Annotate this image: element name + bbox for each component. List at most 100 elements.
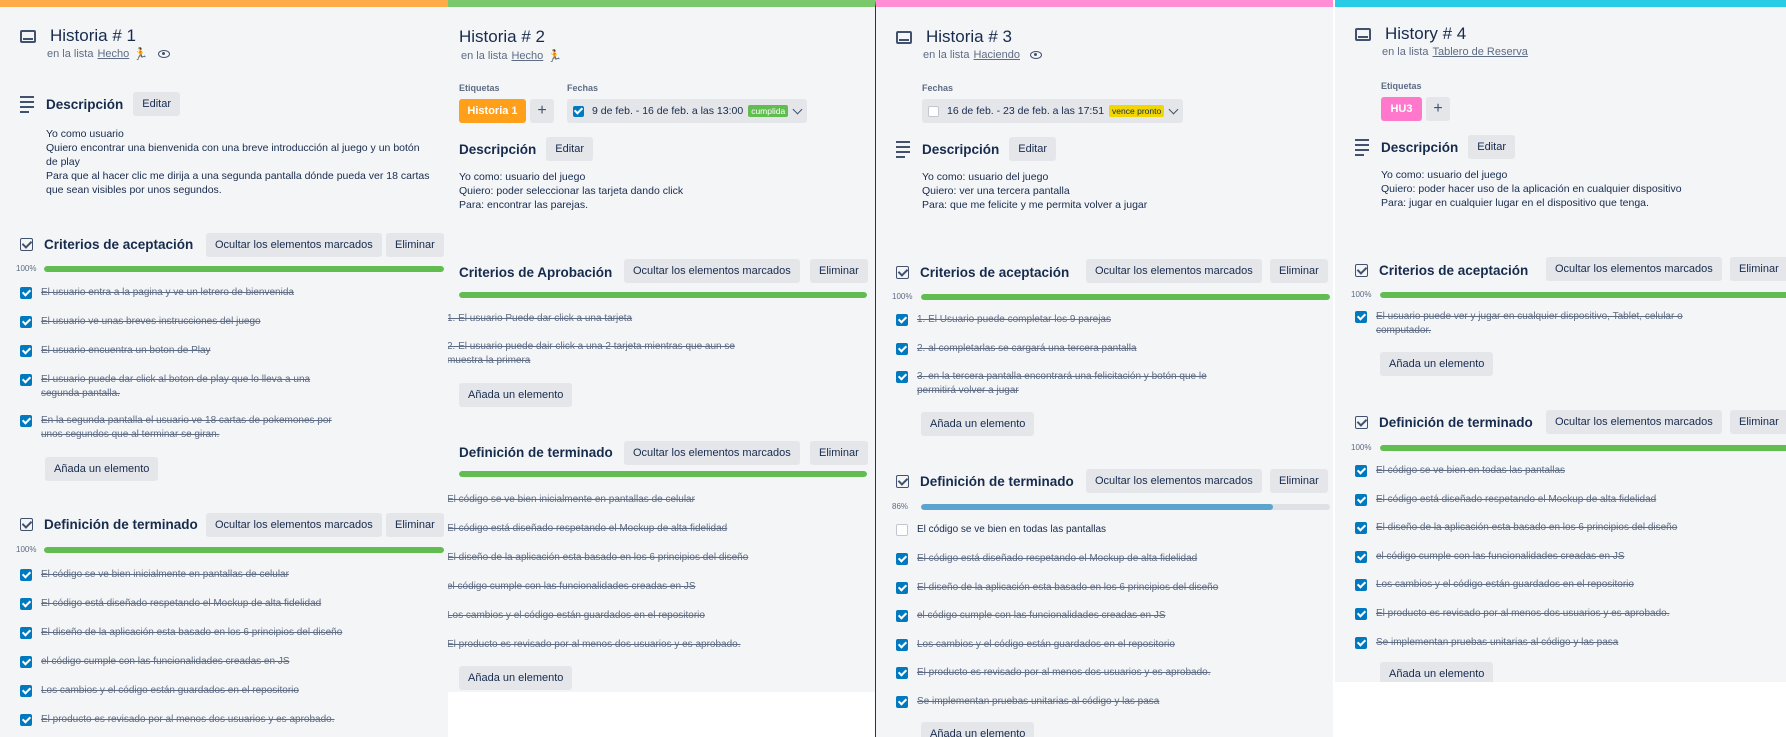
- checklist-item[interactable]: El usuario puede dar click al boton de p…: [20, 373, 310, 401]
- item-text[interactable]: El usuario puede dar click al boton de p…: [41, 373, 310, 401]
- add-item-button[interactable]: Añada un elemento: [1380, 662, 1494, 682]
- hide-checked-button[interactable]: Ocultar los elementos marcados: [206, 233, 382, 257]
- checklist-title[interactable]: Criterios de aceptación: [44, 237, 193, 252]
- checklist-item[interactable]: El usuario puede ver y jugar en cualquie…: [1355, 310, 1683, 338]
- delete-checklist-button[interactable]: Eliminar: [1270, 259, 1328, 283]
- checklist-title[interactable]: Criterios de Aprobación: [459, 265, 612, 280]
- eye-icon[interactable]: [158, 50, 171, 58]
- checkbox[interactable]: [896, 524, 908, 536]
- checklist-item[interactable]: El código está diseñado respetando el Mo…: [1355, 493, 1656, 507]
- checkbox[interactable]: [20, 316, 32, 328]
- item-text[interactable]: Los cambios y el código están guardados …: [41, 684, 299, 698]
- checkbox[interactable]: [1355, 551, 1367, 563]
- checklist-item[interactable]: 1. El usuario Puede dar click a una tarj…: [448, 312, 632, 326]
- item-text[interactable]: El código se ve bien inicialmente en pan…: [41, 568, 289, 582]
- checklist-title[interactable]: Definición de terminado: [459, 445, 613, 460]
- add-item-button[interactable]: Añada un elemento: [459, 666, 573, 690]
- item-text[interactable]: el código cumple con las funcionalidades…: [917, 609, 1166, 623]
- checkbox[interactable]: [896, 371, 908, 383]
- item-text[interactable]: el código cumple con las funcionalidades…: [448, 580, 696, 594]
- delete-checklist-button[interactable]: Eliminar: [1270, 469, 1328, 493]
- item-text[interactable]: El código se ve bien inicialmente en pan…: [448, 493, 695, 507]
- checkbox[interactable]: [20, 374, 32, 386]
- checkbox[interactable]: [896, 314, 908, 326]
- checklist-item[interactable]: Los cambios y el código están guardados …: [20, 684, 299, 698]
- checkbox[interactable]: [20, 569, 32, 581]
- add-item-button[interactable]: Añada un elemento: [921, 722, 1035, 737]
- item-text[interactable]: El producto es revisado por al menos dos…: [1376, 607, 1670, 621]
- checklist-item[interactable]: El usuario encuentra un boton de Play: [20, 344, 211, 358]
- label-chip[interactable]: Historia 1: [459, 99, 526, 123]
- checklist-item[interactable]: El diseño de la aplicación esta basado e…: [1355, 521, 1677, 535]
- checklist-item[interactable]: El producto es revisado por al menos dos…: [448, 638, 741, 652]
- checklist-item[interactable]: El producto es revisado por al menos dos…: [20, 713, 335, 727]
- checklist-item[interactable]: 2. El usuario puede dair click a una 2 t…: [448, 340, 735, 368]
- item-text[interactable]: El diseño de la aplicación esta basado e…: [917, 581, 1218, 595]
- item-text[interactable]: El código está diseñado respetando el Mo…: [448, 522, 727, 536]
- description-text[interactable]: Yo como: usuario del juego Quiero: poder…: [1381, 168, 1781, 210]
- plus-icon[interactable]: +: [530, 99, 554, 123]
- item-text[interactable]: Los cambios y el código están guardados …: [917, 638, 1175, 652]
- description-text[interactable]: Yo como: usuario del juego Quiero: poder…: [459, 170, 859, 212]
- due-date-button[interactable]: 9 de feb. - 16 de feb. a las 13:00 cumpl…: [567, 99, 808, 123]
- item-text[interactable]: El producto es revisado por al menos dos…: [917, 666, 1211, 680]
- item-text[interactable]: El diseño de la aplicación esta basado e…: [1376, 521, 1677, 535]
- description-text[interactable]: Yo como usuario Quiero encontrar una bie…: [46, 127, 446, 197]
- checklist-item[interactable]: El producto es revisado por al menos dos…: [896, 666, 1211, 680]
- checklist-item[interactable]: El código se ve bien en todas las pantal…: [896, 523, 1106, 537]
- checkbox[interactable]: [896, 696, 908, 708]
- item-text[interactable]: El diseño de la aplicación esta basado e…: [448, 551, 748, 565]
- hide-checked-button[interactable]: Ocultar los elementos marcados: [1546, 410, 1722, 434]
- item-text[interactable]: El usuario puede ver y jugar en cualquie…: [1376, 310, 1683, 338]
- checklist-item[interactable]: el código cumple con las funcionalidades…: [896, 609, 1166, 623]
- hide-checked-button[interactable]: Ocultar los elementos marcados: [624, 441, 800, 465]
- add-item-button[interactable]: Añada un elemento: [1380, 352, 1494, 376]
- checklist-item[interactable]: el código cumple con las funcionalidades…: [1355, 550, 1625, 564]
- checklist-item[interactable]: El código se ve bien inicialmente en pan…: [20, 568, 289, 582]
- checkbox[interactable]: [896, 582, 908, 594]
- checklist-item[interactable]: El diseño de la aplicación esta basado e…: [896, 581, 1218, 595]
- delete-checklist-button[interactable]: Eliminar: [810, 441, 868, 465]
- checkbox[interactable]: [20, 656, 32, 668]
- checkbox[interactable]: [1355, 522, 1367, 534]
- checklist-item[interactable]: Los cambios y el código están guardados …: [1355, 578, 1634, 592]
- card-title[interactable]: Historia # 3: [926, 27, 1012, 47]
- description-text[interactable]: Yo como: usuario del juego Quiero: ver u…: [922, 170, 1322, 212]
- checklist-item[interactable]: 3. en la tercera pantalla encontrará una…: [896, 370, 1207, 398]
- label-chip[interactable]: HU3: [1381, 97, 1422, 121]
- checklist-item[interactable]: El código está diseñado respetando el Mo…: [20, 597, 321, 611]
- item-text[interactable]: En la segunda pantalla el usuario ve 18 …: [41, 414, 332, 442]
- checkbox[interactable]: [896, 639, 908, 651]
- hide-checked-button[interactable]: Ocultar los elementos marcados: [206, 513, 382, 537]
- checklist-item[interactable]: Los cambios y el código están guardados …: [448, 609, 705, 623]
- checkbox[interactable]: [896, 610, 908, 622]
- item-text[interactable]: El código está diseñado respetando el Mo…: [41, 597, 321, 611]
- checkbox[interactable]: [20, 714, 32, 726]
- plus-icon[interactable]: +: [1426, 97, 1450, 121]
- item-text[interactable]: el código cumple con las funcionalidades…: [1376, 550, 1625, 564]
- card-title[interactable]: Historia # 1: [50, 26, 136, 46]
- edit-description-button[interactable]: Editar: [1009, 137, 1057, 161]
- checklist-item[interactable]: 1. El Usuario puede completar los 9 pare…: [896, 313, 1111, 327]
- hide-checked-button[interactable]: Ocultar los elementos marcados: [624, 259, 800, 283]
- due-date-checkbox[interactable]: [928, 105, 939, 117]
- delete-checklist-button[interactable]: Eliminar: [1730, 410, 1786, 434]
- checkbox[interactable]: [896, 553, 908, 565]
- item-text[interactable]: el código cumple con las funcionalidades…: [41, 655, 290, 669]
- list-link[interactable]: Tablero de Reserva: [1432, 46, 1527, 58]
- add-item-button[interactable]: Añada un elemento: [459, 383, 573, 407]
- checkbox[interactable]: [20, 627, 32, 639]
- list-link[interactable]: Hecho: [511, 50, 543, 62]
- checklist-item[interactable]: el código cumple con las funcionalidades…: [448, 580, 696, 594]
- checklist-item[interactable]: En la segunda pantalla el usuario ve 18 …: [20, 414, 332, 442]
- item-text[interactable]: 1. El Usuario puede completar los 9 pare…: [917, 313, 1111, 327]
- checkbox[interactable]: [1355, 311, 1367, 323]
- checklist-item[interactable]: El usuario ve unas breves instrucciones …: [20, 315, 261, 329]
- item-text[interactable]: 3. en la tercera pantalla encontrará una…: [917, 370, 1207, 398]
- delete-checklist-button[interactable]: Eliminar: [386, 513, 444, 537]
- checklist-item[interactable]: El diseño de la aplicación esta basado e…: [448, 551, 748, 565]
- edit-description-button[interactable]: Editar: [546, 137, 594, 161]
- due-date-button[interactable]: 16 de feb. - 23 de feb. a las 17:51 venc…: [922, 99, 1184, 123]
- checklist-item[interactable]: El código se ve bien en todas las pantal…: [1355, 464, 1565, 478]
- checkbox[interactable]: [20, 287, 32, 299]
